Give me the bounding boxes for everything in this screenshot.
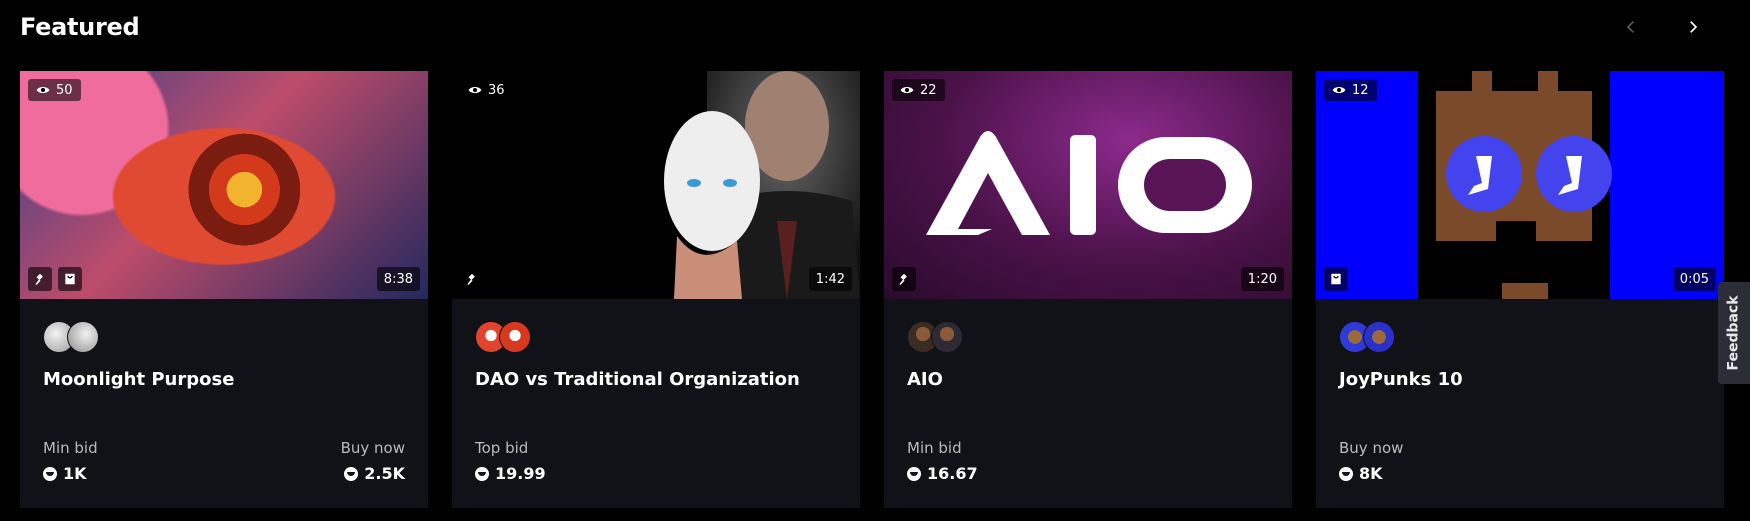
video-duration: 8:38 <box>376 267 420 291</box>
shopping-bag-icon <box>1331 273 1341 285</box>
view-count-value: 50 <box>56 82 73 98</box>
video-thumbnail[interactable]: 22 1:20 <box>884 71 1292 299</box>
view-count: 22 <box>892 79 945 101</box>
price-row: Top bid 19.99 <box>475 439 837 483</box>
price-row: Min bid 1K Buy now 2.5K <box>43 439 405 483</box>
joy-token-icon <box>344 466 359 481</box>
joy-token-icon <box>907 466 921 481</box>
section-header: Featured <box>20 12 140 42</box>
video-title[interactable]: JoyPunks 10 <box>1339 369 1701 395</box>
auction-badge <box>460 267 484 291</box>
thumbnail-art <box>1418 71 1612 299</box>
video-title[interactable]: AIO <box>907 369 1269 395</box>
video-thumbnail[interactable]: 50 8:38 <box>20 71 428 299</box>
carousel-nav <box>1614 12 1710 42</box>
price-label: Buy now <box>340 439 405 457</box>
avatar[interactable] <box>499 321 531 353</box>
view-count-value: 12 <box>1352 82 1369 98</box>
view-count-value: 36 <box>488 82 505 98</box>
auction-badge <box>892 267 916 291</box>
video-card[interactable]: 36 1:42 DAO vs Traditional Organization … <box>452 71 860 508</box>
price-row: Min bid 16.67 <box>907 439 1269 483</box>
gavel-icon <box>467 273 475 285</box>
creator-avatars <box>907 321 1269 355</box>
creator-avatars <box>43 321 405 355</box>
price-value: 1K <box>63 464 87 483</box>
price-row: Buy now 8K <box>1339 439 1701 483</box>
view-count: 50 <box>28 79 81 101</box>
buy-now-badge <box>1324 267 1348 291</box>
gavel-icon <box>35 273 43 285</box>
feedback-tab[interactable]: Feedback <box>1718 282 1750 384</box>
shopping-bag-icon <box>65 273 75 285</box>
price-label: Min bid <box>907 439 962 457</box>
eye-icon <box>900 86 914 94</box>
auction-badge <box>28 267 52 291</box>
aio-logo <box>926 131 1252 235</box>
video-title[interactable]: DAO vs Traditional Organization <box>475 369 837 395</box>
price-value: 2.5K <box>364 464 405 483</box>
chevron-right-icon <box>1690 21 1698 33</box>
eye-icon <box>468 86 482 94</box>
view-count: 36 <box>460 79 513 101</box>
avatar[interactable] <box>1363 321 1395 353</box>
price-value: 8K <box>1359 464 1383 483</box>
thumbnail-art <box>664 71 860 299</box>
joy-token-icon <box>43 466 57 481</box>
next-button[interactable] <box>1676 12 1710 42</box>
video-duration: 1:42 <box>808 267 852 291</box>
creator-avatars <box>475 321 837 355</box>
video-card[interactable]: 50 8:38 Moonlight Purpose Min bid 1K Buy… <box>20 71 428 508</box>
feedback-label: Feedback <box>1726 295 1742 371</box>
video-duration: 0:05 <box>1672 267 1716 291</box>
price-label: Top bid <box>475 439 529 457</box>
video-card[interactable]: 22 1:20 AIO Min bid 16.67 <box>884 71 1292 508</box>
price-value: 16.67 <box>927 464 978 483</box>
gavel-icon <box>899 273 907 285</box>
eye-icon <box>36 86 50 94</box>
avatar[interactable] <box>67 321 99 353</box>
video-card[interactable]: 12 0:05 JoyPunks 10 Buy now 8K <box>1316 71 1724 508</box>
video-title[interactable]: Moonlight Purpose <box>43 369 405 395</box>
previous-button[interactable] <box>1614 12 1648 42</box>
video-duration: 1:20 <box>1240 267 1284 291</box>
buy-now-badge <box>58 267 82 291</box>
eye-icon <box>1332 86 1346 94</box>
section-title: Featured <box>20 13 140 41</box>
video-thumbnail[interactable]: 36 1:42 <box>452 71 860 299</box>
view-count: 12 <box>1324 79 1377 101</box>
video-thumbnail[interactable]: 12 0:05 <box>1316 71 1724 299</box>
price-value: 19.99 <box>495 464 546 483</box>
price-label: Buy now <box>1339 439 1404 457</box>
joy-token-icon <box>1339 466 1353 481</box>
view-count-value: 22 <box>920 82 937 98</box>
joy-token-icon <box>475 466 489 481</box>
creator-avatars <box>1339 321 1701 355</box>
price-label: Min bid <box>43 439 98 457</box>
featured-cards: 50 8:38 Moonlight Purpose Min bid 1K Buy… <box>20 71 1724 508</box>
avatar[interactable] <box>931 321 963 353</box>
chevron-left-icon <box>1626 21 1634 33</box>
